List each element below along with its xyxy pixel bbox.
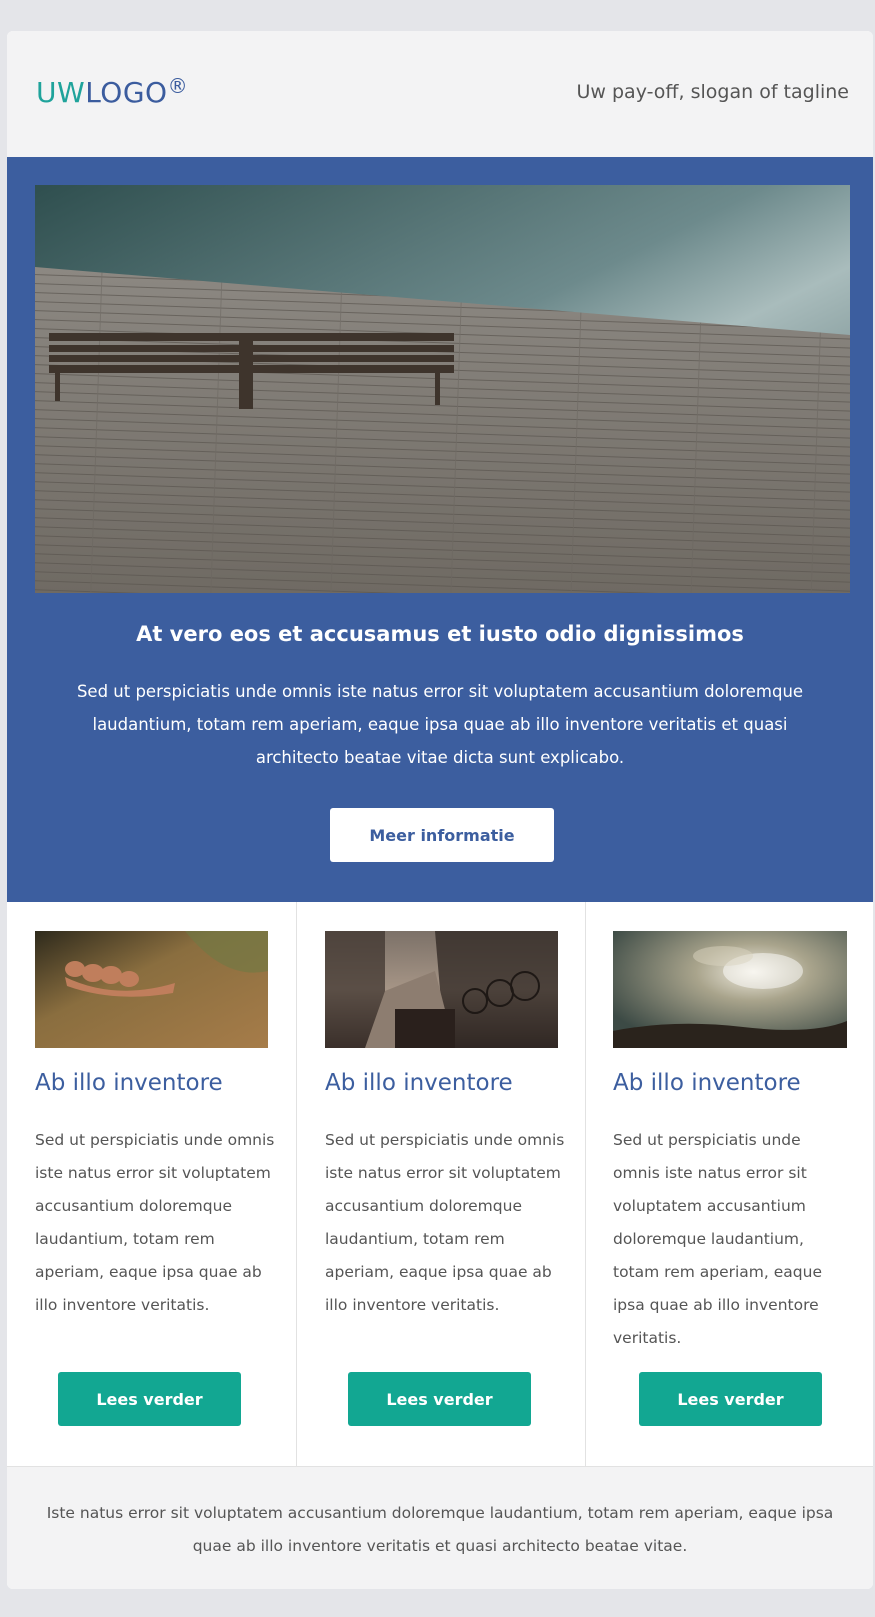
column-image-hand (35, 931, 268, 1048)
hero-section: At vero eos et accusamus et iusto odio d… (7, 157, 873, 902)
read-more-button[interactable]: Lees verder (58, 1372, 241, 1426)
hero-image (35, 185, 850, 593)
column-image-sky (613, 931, 847, 1048)
logo-prefix: UW (36, 76, 86, 109)
column-title: Ab illo inventore (325, 1070, 513, 1096)
read-more-button[interactable]: Lees verder (639, 1372, 822, 1426)
column-1: Ab illo inventore Sed ut perspiciatis un… (7, 902, 295, 1466)
hero-text: Sed ut perspiciatis unde omnis iste natu… (76, 682, 804, 767)
email-header: UWLOGO® Uw pay-off, slogan of tagline (7, 31, 873, 157)
column-text: Sed ut perspiciatis unde omnis iste natu… (613, 1131, 822, 1347)
read-more-button[interactable]: Lees verder (348, 1372, 531, 1426)
column-text: Sed ut perspiciatis unde omnis iste natu… (325, 1131, 565, 1314)
column-title: Ab illo inventore (35, 1070, 223, 1096)
column-2: Ab illo inventore Sed ut perspiciatis un… (296, 902, 586, 1466)
footer-text: Iste natus error sit voluptatem accusant… (46, 1504, 834, 1555)
tagline: Uw pay-off, slogan of tagline (576, 81, 850, 103)
column-text: Sed ut perspiciatis unde omnis iste natu… (35, 1131, 275, 1314)
email-footer: Iste natus error sit voluptatem accusant… (7, 1466, 873, 1589)
column-3: Ab illo inventore Sed ut perspiciatis un… (585, 902, 873, 1466)
column-image-street (325, 931, 558, 1048)
more-info-button[interactable]: Meer informatie (330, 808, 554, 862)
hero-title: At vero eos et accusamus et iusto odio d… (136, 622, 744, 646)
column-title: Ab illo inventore (613, 1070, 801, 1096)
logo[interactable]: UWLOGO® (36, 74, 189, 109)
email-card: UWLOGO® Uw pay-off, slogan of tagline At… (7, 31, 873, 1589)
logo-main: LOGO (85, 76, 168, 109)
registered-mark: ® (167, 74, 189, 98)
three-column-section: Ab illo inventore Sed ut perspiciatis un… (7, 902, 873, 1466)
